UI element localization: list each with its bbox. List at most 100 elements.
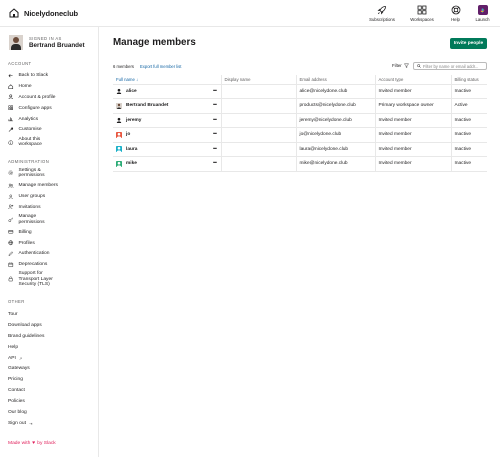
member-search-box[interactable]: [413, 62, 487, 70]
nav-launch[interactable]: Launch: [469, 5, 496, 22]
members-table-body: alice ••• alice@nicelydone.club Invited …: [113, 84, 487, 172]
top-bar: Nicelydoneclub Subscriptions Workspaces …: [0, 0, 500, 27]
column-header-email[interactable]: Email address: [295, 75, 375, 85]
sidebar-item-user-groups[interactable]: User groups: [8, 191, 96, 202]
sidebar-item-tls-support[interactable]: Support for Transport Layer Security (TL…: [8, 270, 96, 288]
arrow-left-icon: [8, 73, 13, 78]
cell-email: mike@nicelydone.club: [295, 156, 375, 172]
brand[interactable]: Nicelydoneclub: [9, 8, 78, 18]
search-icon: [417, 64, 421, 68]
other-heading: OTHER: [8, 299, 25, 304]
link-help[interactable]: Help: [8, 342, 98, 353]
sidebar-item-manage-permissions[interactable]: Manage permissions: [8, 213, 96, 227]
cell-email: jeremy@nicelydone.club: [295, 113, 375, 128]
sidebar-item-about-workspace[interactable]: About this workspace: [8, 135, 96, 149]
table-row[interactable]: alice ••• alice@nicelydone.club Invited …: [113, 84, 487, 99]
sidebar-item-label: Home: [18, 83, 32, 89]
link-policies[interactable]: Policies: [8, 396, 98, 407]
cell-full-name[interactable]: laura: [113, 142, 209, 157]
filter-icon: [403, 63, 409, 68]
column-header-display-name[interactable]: Display name: [220, 75, 296, 85]
heart-icon: ♥: [32, 440, 36, 446]
link-label: Our blog: [8, 409, 27, 415]
table-row[interactable]: jeremy ••• jeremy@nicelydone.club Invite…: [113, 113, 487, 128]
cell-full-name[interactable]: Bertrand Bruandet: [113, 98, 209, 114]
sidebar-item-manage-members[interactable]: Manage members: [8, 180, 96, 191]
link-our-blog[interactable]: Our blog: [8, 407, 98, 418]
link-tour[interactable]: Tour: [8, 309, 98, 320]
cell-display-name: [220, 84, 296, 99]
nav-workspaces[interactable]: Workspaces: [402, 5, 442, 22]
cell-full-name[interactable]: jo: [113, 127, 209, 143]
sidebar-item-authentication[interactable]: Authentication: [8, 248, 96, 259]
column-header-billing-status[interactable]: Billing status: [450, 75, 487, 85]
sidebar-item-home[interactable]: Home: [8, 81, 96, 92]
link-label: Download apps: [8, 322, 42, 328]
sidebar-item-label: Customise: [18, 127, 42, 133]
link-label: Brand guidelines: [8, 333, 45, 339]
cell-display-name: [220, 113, 296, 128]
link-sign-out[interactable]: Sign out ⇥: [8, 418, 98, 429]
user-avatar-icon: [116, 102, 122, 109]
link-contact[interactable]: Contact: [8, 385, 98, 396]
link-label: Policies: [8, 399, 25, 405]
row-actions-more-icon[interactable]: •••: [209, 84, 221, 99]
row-actions-more-icon[interactable]: •••: [209, 127, 221, 143]
calendar-icon: [8, 262, 14, 268]
sidebar-item-label: Support for Transport Layer Security (TL…: [18, 271, 53, 287]
export-member-list-link[interactable]: Export full member list: [140, 64, 181, 69]
user-avatar-icon: [116, 117, 122, 124]
column-header-account-type[interactable]: Account type: [374, 75, 451, 85]
invite-people-button[interactable]: Invite people: [450, 38, 487, 49]
link-label: Contact: [8, 388, 25, 394]
sidebar-item-configure-apps[interactable]: Configure apps: [8, 103, 96, 114]
link-pricing[interactable]: Pricing: [8, 374, 98, 385]
cell-account-type: Invited member: [374, 127, 451, 143]
sidebar-item-deprecations[interactable]: Deprecations: [8, 259, 96, 270]
sidebar-item-label: Billing: [18, 229, 32, 235]
link-label: Gateways: [8, 366, 30, 372]
user-icon: [8, 94, 13, 100]
row-actions-more-icon[interactable]: •••: [209, 142, 221, 157]
sidebar-item-back-to-slack[interactable]: Back to Slack: [8, 70, 96, 81]
column-header-full-name[interactable]: Full name ↓: [113, 75, 209, 85]
link-download-apps[interactable]: Download apps: [8, 320, 98, 331]
link-label: Help: [8, 344, 19, 350]
sidebar-item-profiles[interactable]: Profiles: [8, 238, 96, 249]
member-search-input[interactable]: [423, 63, 485, 69]
cell-full-name[interactable]: mike: [113, 156, 209, 172]
link-brand-guidelines[interactable]: Brand guidelines: [8, 331, 98, 342]
made-with-text: Made with: [8, 440, 31, 446]
home-icon: [8, 83, 14, 89]
nav-subscriptions[interactable]: Subscriptions: [362, 5, 402, 22]
link-gateways[interactable]: Gateways: [8, 363, 98, 374]
sidebar-item-customise[interactable]: Customise: [8, 124, 96, 135]
row-actions-more-icon[interactable]: •••: [209, 156, 221, 172]
table-row[interactable]: jo ••• jo@nicelydone.club Invited member…: [113, 127, 487, 143]
brand-name: Nicelydoneclub: [24, 8, 79, 18]
table-row[interactable]: laura ••• laura@nicelydone.club Invited …: [113, 142, 487, 157]
sidebar-item-account-profile[interactable]: Account & profile: [8, 92, 96, 103]
sidebar-item-analytics[interactable]: Analytics: [8, 114, 96, 125]
sidebar-item-settings-permissions[interactable]: Settings & permissions: [8, 166, 96, 180]
lock-icon: [8, 277, 13, 282]
cell-full-name[interactable]: jeremy: [113, 113, 209, 128]
member-name: jo: [126, 132, 131, 138]
member-name: laura: [126, 146, 138, 152]
row-actions-more-icon[interactable]: •••: [209, 113, 221, 128]
nav-subscriptions-label: Subscriptions: [369, 17, 395, 22]
cell-full-name[interactable]: alice: [113, 84, 209, 99]
filter-button[interactable]: Filter: [392, 63, 409, 68]
external-link-icon: ⇥: [28, 420, 33, 426]
made-with-footer[interactable]: Made with ♥ by Slack: [8, 440, 56, 446]
nav-workspaces-label: Workspaces: [410, 17, 434, 22]
sidebar-item-invitations[interactable]: Invitations: [8, 202, 96, 213]
row-actions-more-icon[interactable]: •••: [209, 98, 221, 114]
table-row[interactable]: Bertrand Bruandet ••• products@nicelydon…: [113, 98, 487, 114]
link-api[interactable]: API ↗: [8, 353, 98, 364]
sidebar-item-label: Deprecations: [18, 262, 48, 268]
table-row[interactable]: mike ••• mike@nicelydone.club Invited me…: [113, 156, 487, 172]
main-content: Manage members Invite people 6 members E…: [100, 27, 500, 294]
sidebar-item-billing[interactable]: Billing: [8, 227, 96, 238]
nav-help[interactable]: Help: [442, 5, 469, 22]
